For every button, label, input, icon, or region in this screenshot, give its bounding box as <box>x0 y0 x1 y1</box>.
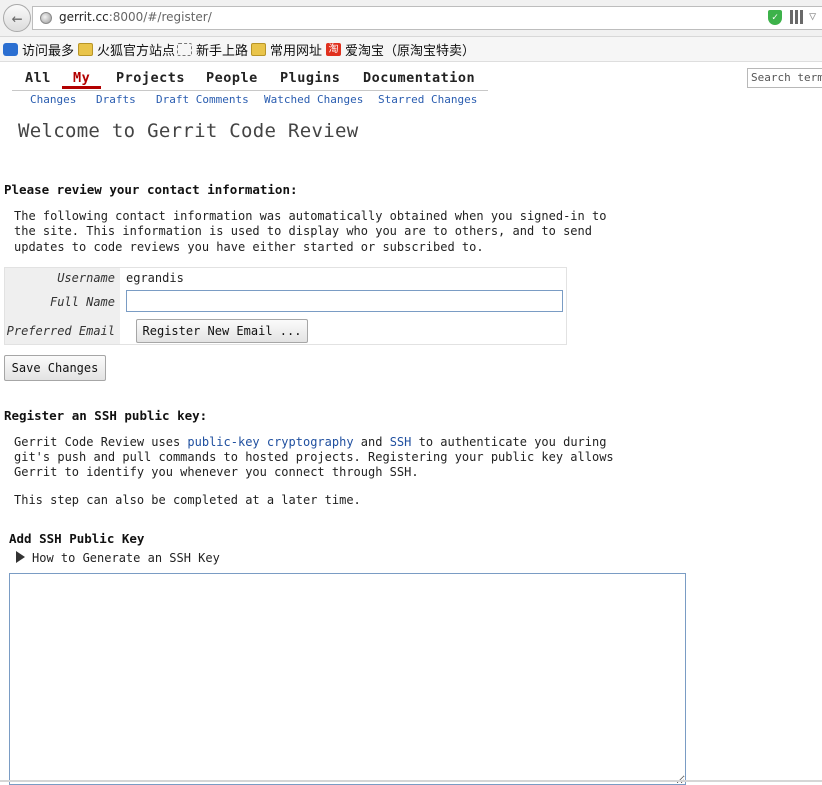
save-changes-button[interactable]: Save Changes <box>4 355 106 381</box>
username-value: egrandis <box>126 271 184 285</box>
url-host: gerrit.cc <box>59 10 109 24</box>
taobao-icon: 淘 <box>326 43 341 56</box>
bookmark-label: 爱淘宝（原淘宝特卖） <box>345 44 476 59</box>
shield-icon[interactable]: ✓ <box>768 10 782 25</box>
how-to-generate-toggle[interactable]: How to Generate an SSH Key <box>32 551 220 566</box>
bookmark-getting-started[interactable]: 新手上路 <box>177 40 248 59</box>
qr-code-icon[interactable] <box>790 10 804 24</box>
menu-all[interactable]: All <box>25 70 51 86</box>
menu-divider <box>12 90 488 91</box>
label-column: Username Full Name Preferred Email <box>5 268 120 344</box>
ssh-key-textarea[interactable] <box>9 573 686 785</box>
folder-icon <box>78 43 93 56</box>
back-arrow-icon[interactable]: ← <box>3 4 31 32</box>
ssh-intro-text: to authenticate you during <box>411 435 607 449</box>
chevron-down-icon[interactable]: ▽ <box>809 9 816 23</box>
bookmarks-bar: 访问最多 火狐官方站点 新手上路 常用网址 淘 爱淘宝（原淘宝特卖） <box>0 37 822 62</box>
bookmark-label: 常用网址 <box>270 44 323 59</box>
bookmark-common-sites[interactable]: 常用网址 <box>251 40 322 59</box>
bookmark-taobao[interactable]: 淘 爱淘宝（原淘宝特卖） <box>326 40 475 59</box>
contact-form: Username Full Name Preferred Email egran… <box>4 267 567 345</box>
bookmark-most-visited[interactable]: 访问最多 <box>3 40 74 59</box>
submenu-draft-comments[interactable]: Draft Comments <box>156 93 249 106</box>
ssh-heading: Register an SSH public key: <box>4 408 208 423</box>
url-text[interactable]: gerrit.cc:8000/#/register/ <box>59 10 212 24</box>
bookmark-label: 火狐官方站点 <box>97 44 176 59</box>
username-label: Username <box>57 271 115 285</box>
menu-plugins[interactable]: Plugins <box>280 70 340 86</box>
url-path: :8000/#/register/ <box>108 10 212 24</box>
full-name-label: Full Name <box>49 295 115 309</box>
page-title: Welcome to Gerrit Code Review <box>18 120 359 142</box>
menu-people[interactable]: People <box>206 70 258 86</box>
add-ssh-key-heading: Add SSH Public Key <box>9 531 145 546</box>
address-bar[interactable]: gerrit.cc:8000/#/register/ ✓ ▽ <box>32 6 822 30</box>
ssh-intro-text: Gerrit Code Review uses <box>14 435 188 449</box>
bookmark-firefox-site[interactable]: 火狐官方站点 <box>78 40 175 59</box>
ssh-intro-text: and <box>353 435 390 449</box>
ssh-link[interactable]: SSH <box>390 435 412 449</box>
globe-icon <box>40 12 52 24</box>
bookmark-label: 访问最多 <box>22 44 75 59</box>
bookmark-label: 新手上路 <box>196 44 249 59</box>
preferred-email-label: Preferred Email <box>6 324 115 338</box>
public-key-cryptography-link[interactable]: public-key cryptography <box>187 435 353 449</box>
search-icon <box>3 43 18 56</box>
ssh-intro-line1: Gerrit Code Review uses public-key crypt… <box>14 435 606 450</box>
folder-icon <box>251 43 266 56</box>
contact-intro: The following contact information was au… <box>14 209 607 254</box>
browser-toolbar: ← gerrit.cc:8000/#/register/ ✓ ▽ <box>0 0 822 37</box>
disclosure-triangle-icon[interactable] <box>16 551 25 563</box>
submenu-starred-changes[interactable]: Starred Changes <box>378 93 477 106</box>
submenu-changes[interactable]: Changes <box>30 93 76 106</box>
search-input[interactable]: Search term <box>747 68 822 88</box>
ssh-later-note: This step can also be completed at a lat… <box>14 493 361 507</box>
ssh-intro-line2: git's push and pull commands to hosted p… <box>14 450 614 464</box>
menu-projects[interactable]: Projects <box>116 70 185 86</box>
submenu-watched-changes[interactable]: Watched Changes <box>264 93 363 106</box>
full-name-field[interactable] <box>126 290 563 312</box>
menu-my[interactable]: My <box>62 70 102 89</box>
page-icon <box>177 43 192 56</box>
menu-documentation[interactable]: Documentation <box>363 70 475 86</box>
register-new-email-button[interactable]: Register New Email ... <box>136 319 308 343</box>
ssh-intro-line3: Gerrit to identify you whenever you conn… <box>14 465 419 479</box>
submenu-drafts[interactable]: Drafts <box>96 93 136 106</box>
contact-heading: Please review your contact information: <box>4 182 298 197</box>
